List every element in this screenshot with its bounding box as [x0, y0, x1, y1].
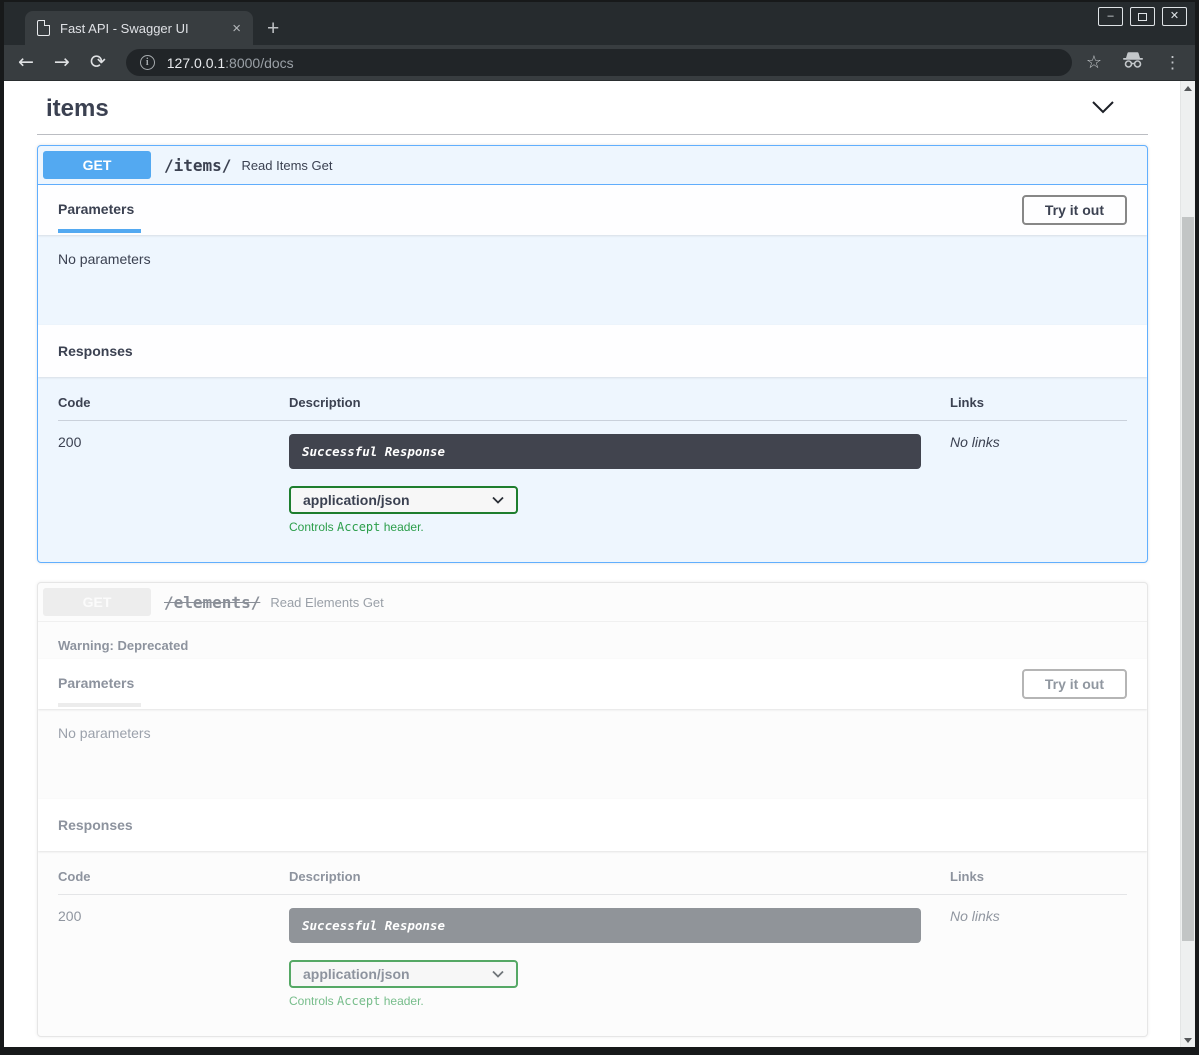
new-tab-button[interactable]: +	[267, 18, 279, 39]
parameters-header: Parameters Try it out	[38, 185, 1147, 235]
parameters-header: Parameters Try it out	[38, 659, 1147, 709]
column-header-description: Description	[289, 395, 950, 420]
swagger-page: items GET /items/ Read Items Get Paramet…	[4, 81, 1180, 1047]
browser-window: Fast API - Swagger UI × + – ✕ ← → ⟳ i 12…	[0, 0, 1199, 1055]
toolbar-actions: ☆ ⋮	[1086, 51, 1181, 74]
select-chevron-icon	[492, 491, 504, 509]
parameters-body: No parameters	[38, 709, 1147, 799]
tab-parameters[interactable]: Parameters	[58, 675, 134, 703]
media-type-select[interactable]: application/json	[289, 960, 518, 988]
forward-icon[interactable]: →	[54, 53, 70, 72]
response-description-cell: Successful Response application/json Con…	[289, 421, 950, 534]
responses-table: Code Description Links 200 Successful Re…	[58, 395, 1127, 534]
tab-close-icon[interactable]: ×	[228, 20, 245, 37]
opblock-get-items: GET /items/ Read Items Get Parameters Tr…	[37, 145, 1148, 563]
accept-header-note: Controls Accept header.	[289, 994, 950, 1008]
scroll-down-icon[interactable]	[1181, 1033, 1195, 1047]
no-parameters-text: No parameters	[58, 725, 151, 741]
section-header-items[interactable]: items	[33, 91, 1152, 123]
responses-header: Responses	[38, 799, 1147, 851]
column-header-links: Links	[950, 869, 1127, 894]
no-parameters-text: No parameters	[58, 251, 151, 267]
response-description-box: Successful Response	[289, 908, 921, 943]
scrollbar-thumb[interactable]	[1182, 217, 1194, 941]
incognito-icon	[1122, 51, 1144, 74]
endpoint-summary: Read Elements Get	[270, 595, 383, 610]
column-header-code: Code	[58, 869, 289, 894]
method-badge: GET	[43, 151, 151, 179]
site-info-icon[interactable]: i	[140, 55, 155, 70]
maximize-button[interactable]	[1130, 7, 1155, 26]
url-host: 127.0.0.1	[167, 55, 225, 71]
page-viewport: items GET /items/ Read Items Get Paramet…	[4, 81, 1195, 1047]
opblock-summary[interactable]: GET /elements/ Read Elements Get	[38, 583, 1147, 622]
responses-header: Responses	[38, 325, 1147, 377]
response-links: No links	[950, 895, 1127, 1008]
endpoint-path: /elements/	[164, 593, 260, 612]
accept-header-note: Controls Accept header.	[289, 520, 950, 534]
url-path: :8000/docs	[225, 55, 294, 71]
address-bar[interactable]: i 127.0.0.1:8000/docs	[126, 49, 1072, 76]
scroll-up-icon[interactable]	[1181, 81, 1195, 95]
active-tab-underline	[58, 703, 141, 707]
tab-title: Fast API - Swagger UI	[60, 21, 228, 36]
url-text[interactable]: 127.0.0.1:8000/docs	[167, 55, 294, 71]
minimize-button[interactable]: –	[1098, 7, 1123, 26]
opblock-get-elements-deprecated: GET /elements/ Read Elements Get Warning…	[37, 582, 1148, 1037]
response-code: 200	[58, 895, 289, 1008]
endpoint-path: /items/	[164, 156, 231, 175]
browser-titlebar: Fast API - Swagger UI × + – ✕	[4, 2, 1195, 45]
browser-toolbar: ← → ⟳ i 127.0.0.1:8000/docs ☆ ⋮	[4, 45, 1195, 81]
responses-body: Code Description Links 200 Successful Re…	[38, 851, 1147, 1036]
tab-parameters[interactable]: Parameters	[58, 201, 134, 229]
document-icon	[37, 20, 50, 36]
maximize-icon	[1138, 13, 1147, 21]
back-icon[interactable]: ←	[18, 53, 34, 72]
deprecated-warning: Warning: Deprecated	[38, 622, 1147, 659]
column-header-links: Links	[950, 395, 1127, 420]
chevron-down-icon[interactable]	[1091, 100, 1115, 119]
response-description-cell: Successful Response application/json Con…	[289, 895, 950, 1008]
opblock-summary[interactable]: GET /items/ Read Items Get	[38, 146, 1147, 185]
bookmark-icon[interactable]: ☆	[1086, 52, 1102, 73]
response-links: No links	[950, 421, 1127, 534]
parameters-body: No parameters	[38, 235, 1147, 325]
method-badge: GET	[43, 588, 151, 616]
browser-tab[interactable]: Fast API - Swagger UI ×	[25, 11, 253, 45]
responses-table: Code Description Links 200 Successful Re…	[58, 869, 1127, 1008]
reload-icon[interactable]: ⟳	[90, 53, 106, 72]
close-button[interactable]: ✕	[1162, 7, 1187, 26]
endpoint-summary: Read Items Get	[241, 158, 332, 173]
try-it-out-button[interactable]: Try it out	[1022, 195, 1127, 225]
column-header-code: Code	[58, 395, 289, 420]
response-description-box: Successful Response	[289, 434, 921, 469]
try-it-out-button[interactable]: Try it out	[1022, 669, 1127, 699]
section-divider	[37, 134, 1148, 135]
responses-body: Code Description Links 200 Successful Re…	[38, 377, 1147, 562]
select-chevron-icon	[492, 965, 504, 983]
media-type-select[interactable]: application/json	[289, 486, 518, 514]
column-header-description: Description	[289, 869, 950, 894]
active-tab-underline	[58, 229, 141, 233]
response-code: 200	[58, 421, 289, 534]
section-title: items	[46, 95, 109, 123]
window-controls: – ✕	[1098, 7, 1187, 26]
vertical-scrollbar[interactable]	[1180, 81, 1195, 1047]
kebab-menu-icon[interactable]: ⋮	[1164, 53, 1181, 73]
